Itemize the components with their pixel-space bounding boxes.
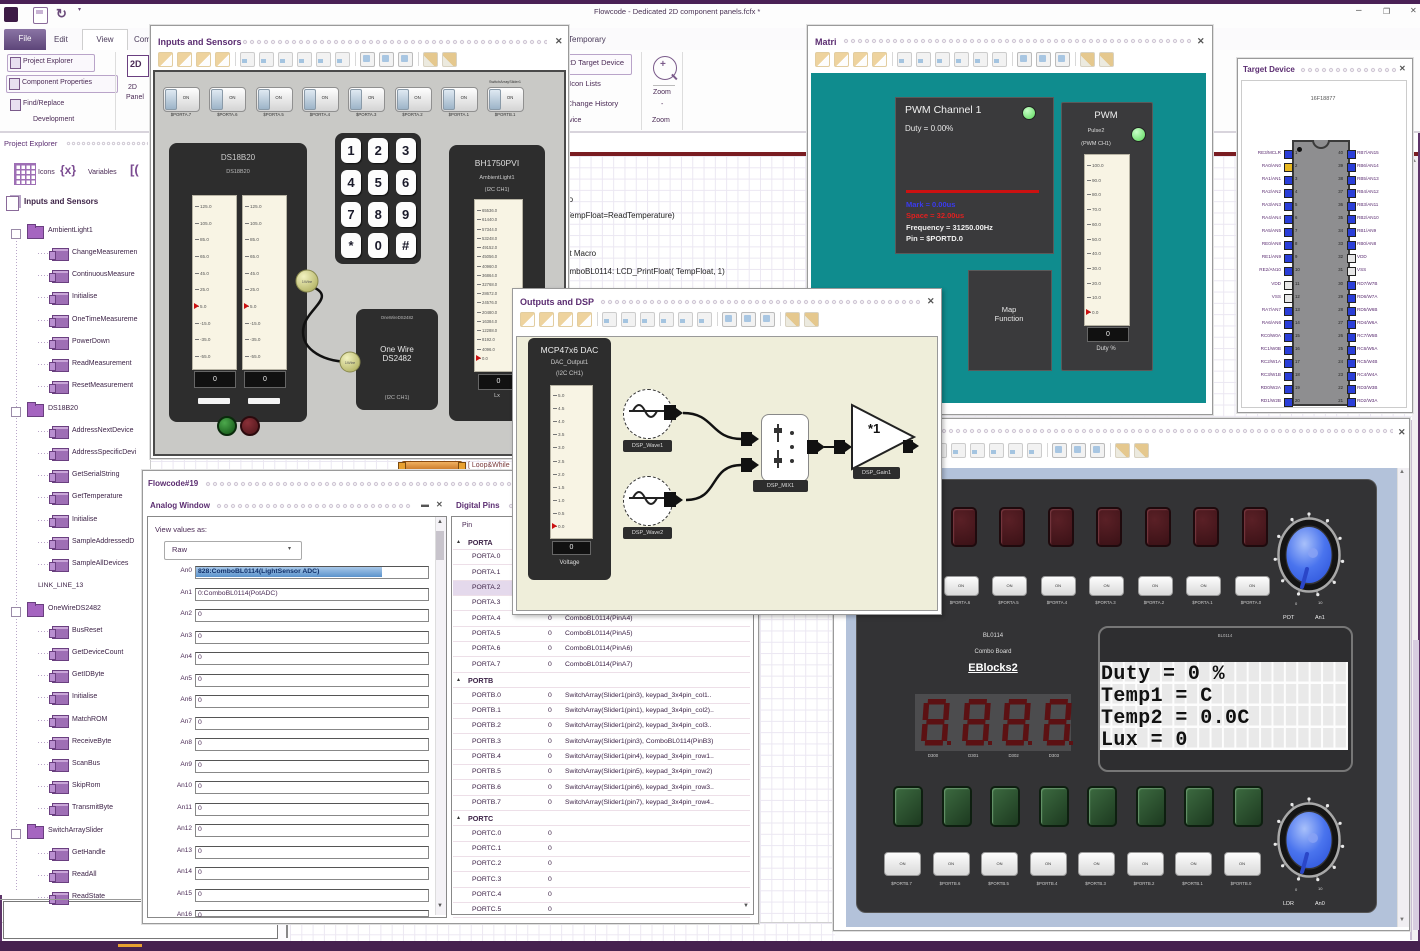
svg-text:1Wire: 1Wire bbox=[345, 360, 356, 365]
svg-text:*1: *1 bbox=[868, 421, 880, 436]
svg-text:1Wire: 1Wire bbox=[302, 279, 313, 284]
